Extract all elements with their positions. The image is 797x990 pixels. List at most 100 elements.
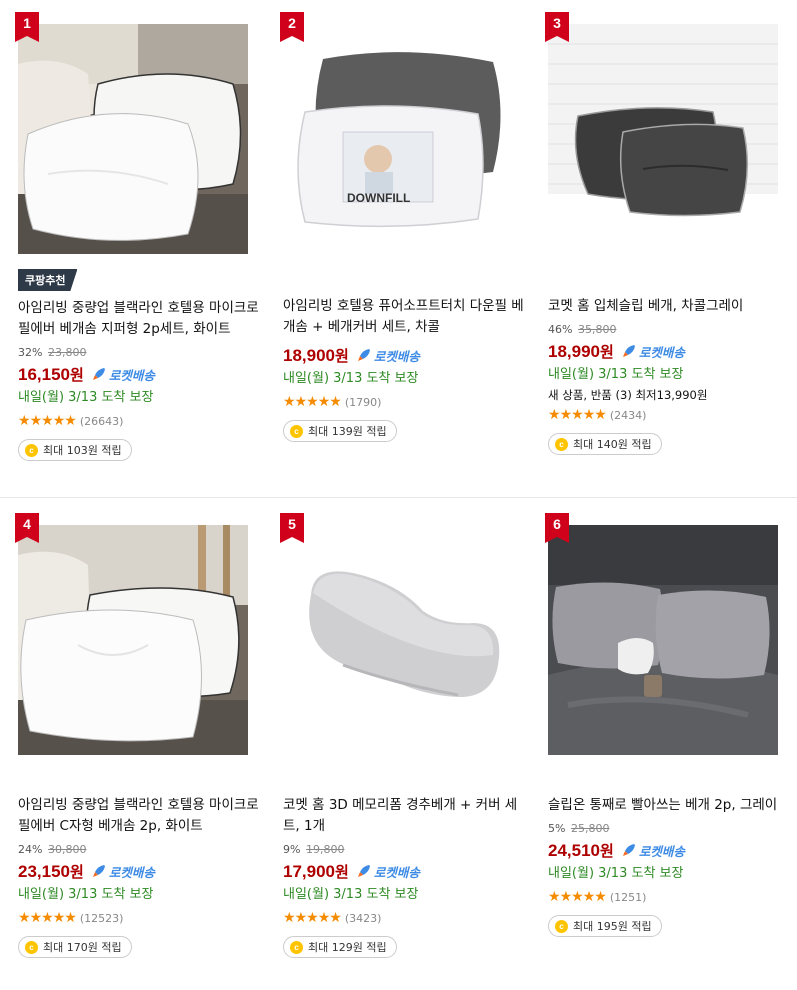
rocket-delivery-badge: 로켓배송: [357, 346, 420, 365]
rating: ★ ★ ★ ★ ★ (3423): [283, 909, 533, 927]
coupang-cash-icon: c: [290, 940, 303, 954]
delivery-date: 내일(월) 3/13 도착 보장: [18, 887, 154, 902]
product-card-5[interactable]: 5 코멧 홈 3D 메모리폼 경추베개 + 커버 세트, 1개 9% 19,80…: [280, 513, 545, 975]
product-image[interactable]: [18, 24, 248, 254]
rating: ★ ★ ★ ★ ★ (26643): [18, 412, 268, 430]
star-rating: ★ ★ ★ ★ ★: [548, 889, 607, 905]
delivery-date: 내일(월) 3/13 도착 보장: [18, 390, 154, 405]
sale-price: 18,990원: [548, 341, 614, 361]
product-card-2[interactable]: 2 DOWNFILL 아임리빙 호텔용 퓨어소프트터치 다운필 베개솜 + 베개…: [280, 12, 545, 474]
discount-info: 24% 30,800: [18, 843, 268, 858]
sale-price: 17,900원: [283, 861, 349, 881]
product-card-6[interactable]: 6 슬립온 통째로 빨아쓰는 베개 2p, 그레이 5% 25,800 24,5…: [545, 513, 797, 975]
discount-rate: 24%: [18, 843, 43, 856]
product-image[interactable]: DOWNFILL: [283, 24, 513, 254]
review-count: (3423): [344, 911, 382, 925]
product-card-4[interactable]: 4 아임리빙 중량업 블랙라인 호텔용 마이크로필에버 C자형 베개솜 2p, …: [15, 513, 280, 975]
rating: ★ ★ ★ ★ ★ (1790): [283, 393, 533, 411]
price-row: 18,900원 로켓배송: [283, 342, 533, 368]
product-card-3[interactable]: 3 코멧 홈 입체슬립 베개, 차콜그레이 46% 35,800 18,990원: [545, 12, 797, 474]
sale-price: 16,150원: [18, 364, 84, 384]
rank-badge: 1: [15, 12, 41, 42]
product-card-1[interactable]: 1 쿠팡추천 아임리빙 중량업 블랙라인 호텔용 마이크로필에버 베개솜 지퍼형…: [15, 12, 280, 474]
rocket-delivery-badge: 로켓배송: [622, 342, 685, 361]
discount-rate: 46%: [548, 323, 573, 336]
coupang-cash-icon: c: [555, 919, 568, 933]
original-price: 19,800: [305, 843, 345, 856]
discount-info: 32% 23,800: [18, 346, 268, 361]
review-count: (1790): [344, 395, 382, 409]
star-half-icon: ★: [594, 889, 607, 905]
rocket-icon: [357, 865, 370, 877]
sale-price: 23,150원: [18, 861, 84, 881]
rating: ★ ★ ★ ★ ★ (1251): [548, 888, 797, 906]
star-half-icon: ★: [594, 407, 607, 423]
product-name[interactable]: 코멧 홈 입체슬립 베개, 차콜그레이: [548, 296, 797, 317]
star-rating: ★ ★ ★ ★ ★: [283, 394, 342, 410]
row-divider: [0, 497, 797, 498]
discount-info: 46% 35,800: [548, 323, 797, 338]
review-count: (1251): [609, 890, 647, 904]
price-row: 18,990원 로켓배송: [548, 338, 797, 364]
star-rating: ★ ★ ★ ★ ★: [548, 407, 607, 423]
delivery-date: 내일(월) 3/13 도착 보장: [283, 371, 419, 386]
product-name[interactable]: 코멧 홈 3D 메모리폼 경추베개 + 커버 세트, 1개: [283, 795, 533, 837]
discount-rate: 9%: [283, 843, 301, 856]
original-price: 35,800: [577, 323, 617, 336]
original-price: 23,800: [47, 346, 87, 359]
sale-price: 18,900원: [283, 345, 349, 365]
rank-badge: 5: [280, 513, 306, 543]
discount-info: 5% 25,800: [548, 822, 797, 837]
recommend-badge: 쿠팡추천: [18, 269, 78, 291]
review-count: (26643): [79, 414, 124, 428]
original-price: 30,800: [47, 843, 87, 856]
product-image[interactable]: [283, 525, 513, 755]
rocket-icon: [92, 865, 105, 877]
rank-badge: 4: [15, 513, 41, 543]
star-rating: ★ ★ ★ ★ ★: [283, 910, 342, 926]
other-sellers-info[interactable]: 새 상품, 반품 (3) 최저13,990원: [548, 387, 797, 403]
price-row: 23,150원 로켓배송: [18, 858, 268, 884]
review-count: (2434): [609, 408, 647, 422]
star-half-icon: ★: [329, 910, 342, 926]
delivery-date: 내일(월) 3/13 도착 보장: [548, 367, 684, 382]
star-rating: ★ ★ ★ ★ ★: [18, 414, 77, 428]
rocket-delivery-badge: 로켓배송: [92, 365, 155, 384]
delivery-date: 내일(월) 3/13 도착 보장: [283, 887, 419, 902]
rocket-icon: [357, 349, 370, 361]
star-half-icon: ★: [64, 910, 77, 926]
rating: ★ ★ ★ ★ ★ (12523): [18, 909, 268, 927]
rocket-icon: [622, 345, 635, 357]
review-count: (12523): [79, 911, 124, 925]
rank-badge: 2: [280, 12, 306, 42]
price-row: 24,510원 로켓배송: [548, 837, 797, 863]
discount-rate: 5%: [548, 822, 566, 835]
points-badge: c 최대 140원 적립: [548, 433, 662, 455]
points-badge: c 최대 195원 적립: [548, 915, 662, 937]
pillow-label: DOWNFILL: [347, 191, 410, 205]
points-badge: c 최대 129원 적립: [283, 936, 397, 958]
coupang-cash-icon: c: [25, 443, 38, 457]
star-half-icon: ★: [329, 394, 342, 410]
rocket-delivery-badge: 로켓배송: [622, 841, 685, 860]
points-badge: c 최대 103원 적립: [18, 439, 132, 461]
product-name[interactable]: 아임리빙 중량업 블랙라인 호텔용 마이크로필에버 C자형 베개솜 2p, 화이…: [18, 795, 268, 837]
original-price: 25,800: [570, 822, 610, 835]
rating: ★ ★ ★ ★ ★ (2434): [548, 406, 797, 424]
rank-badge: 6: [545, 513, 571, 543]
product-name[interactable]: 슬립온 통째로 빨아쓰는 베개 2p, 그레이: [548, 795, 797, 816]
price-row: 16,150원 로켓배송: [18, 361, 268, 387]
product-image[interactable]: [18, 525, 248, 755]
sale-price: 24,510원: [548, 840, 614, 860]
product-name[interactable]: 아임리빙 호텔용 퓨어소프트터치 다운필 베개솜 + 베개커버 세트, 차콜: [283, 296, 533, 338]
star-rating: ★ ★ ★ ★ ★: [18, 910, 77, 926]
delivery-date: 내일(월) 3/13 도착 보장: [548, 866, 684, 881]
discount-rate: 32%: [18, 346, 43, 359]
coupang-cash-icon: c: [290, 424, 303, 438]
points-badge: c 최대 139원 적립: [283, 420, 397, 442]
product-image[interactable]: [548, 24, 778, 254]
product-name[interactable]: 아임리빙 중량업 블랙라인 호텔용 마이크로필에버 베개솜 지퍼형 2p세트, …: [18, 298, 268, 340]
product-image[interactable]: [548, 525, 778, 755]
coupang-cash-icon: c: [25, 940, 38, 954]
rocket-icon: [92, 368, 105, 380]
